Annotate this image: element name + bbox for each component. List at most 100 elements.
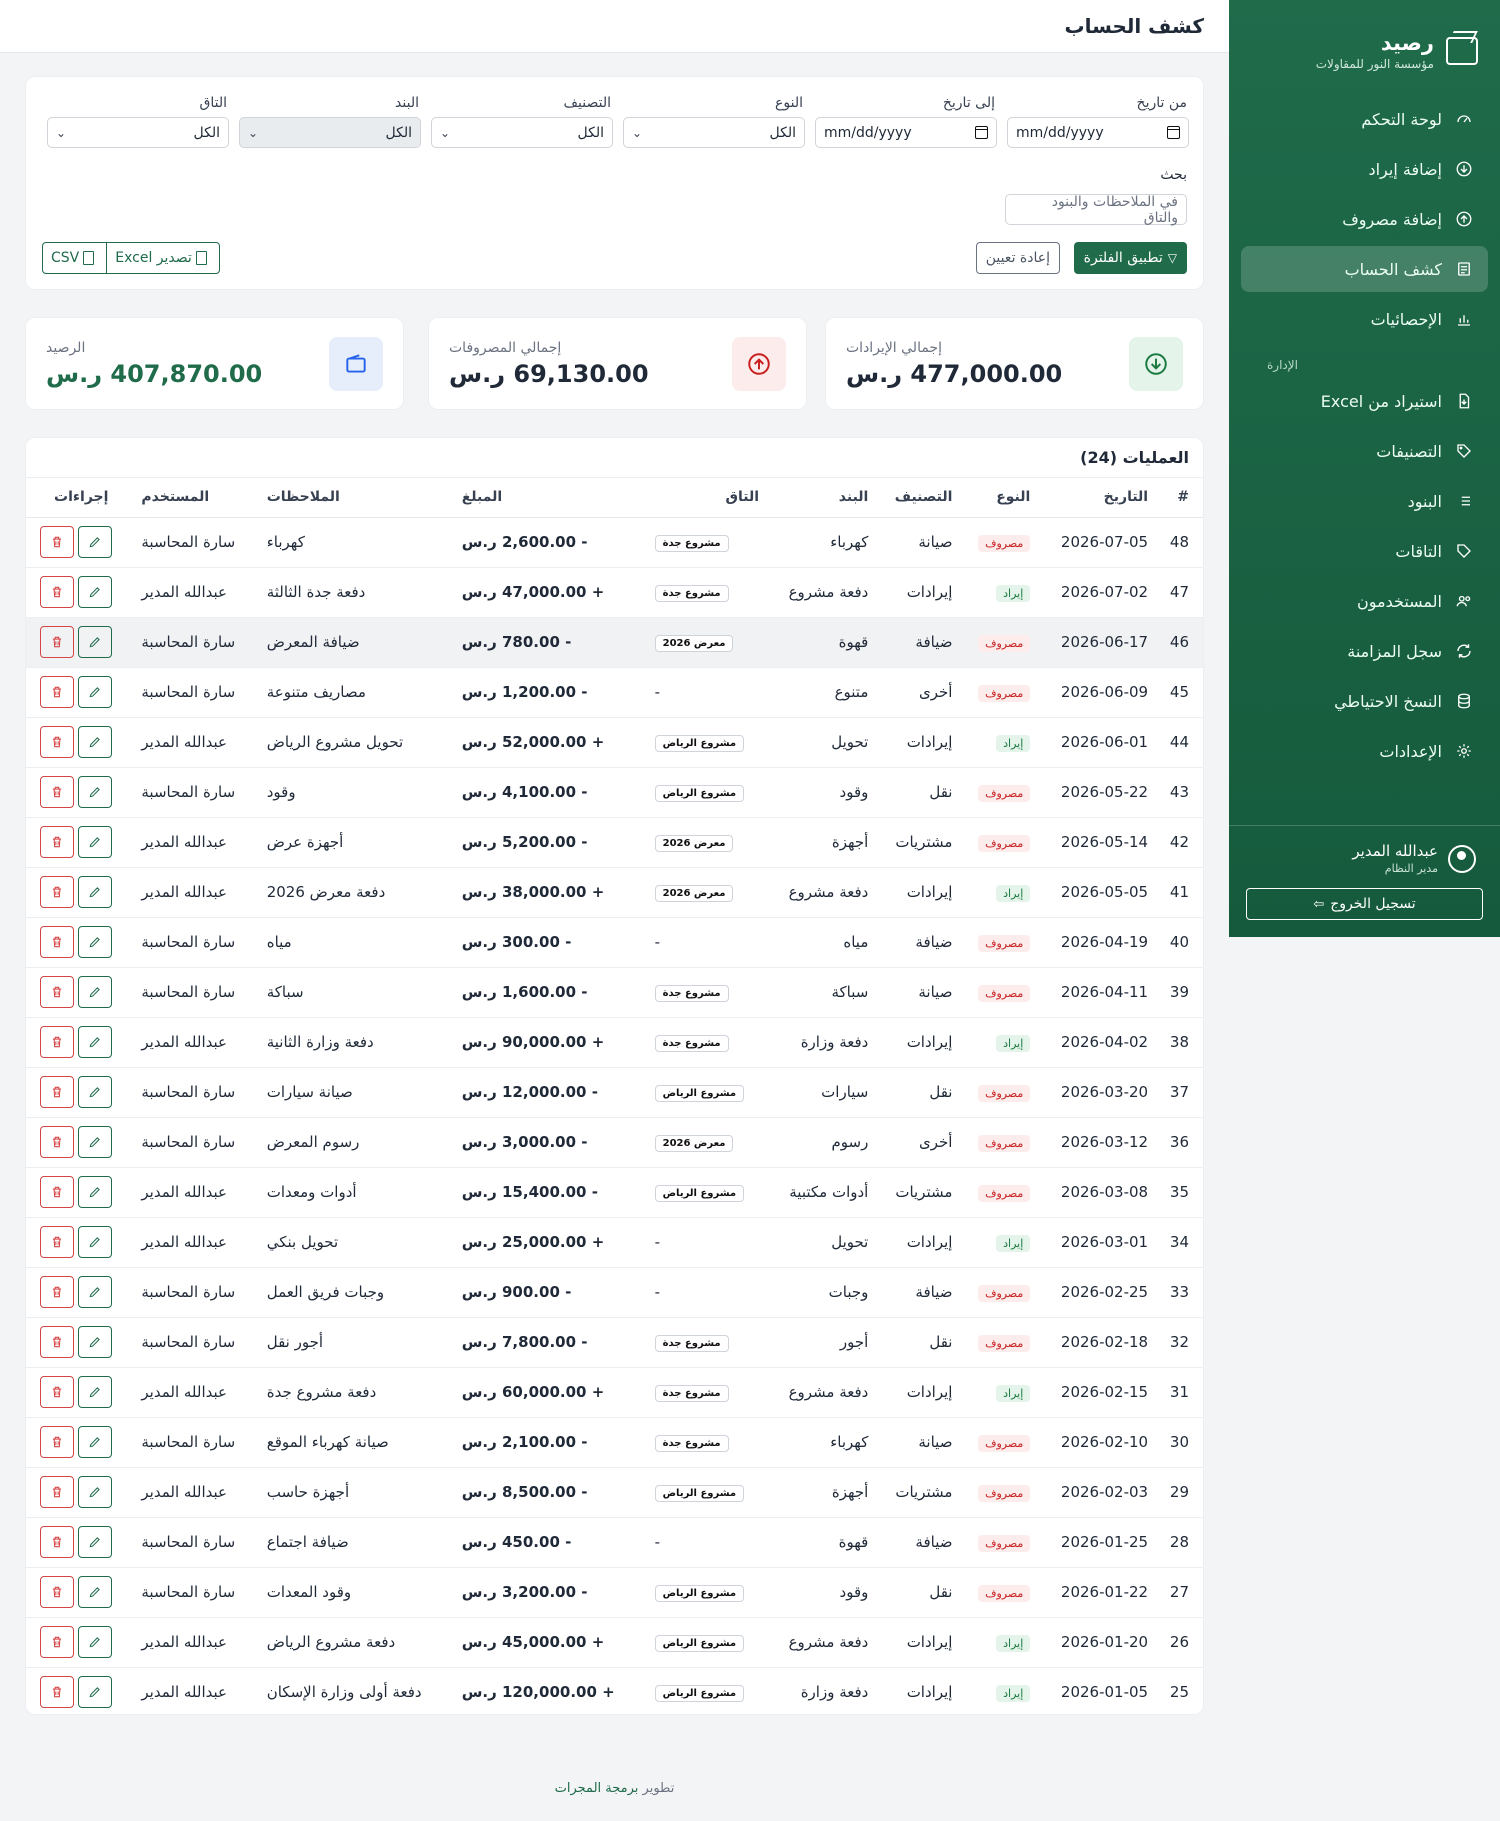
sidebar-item-database[interactable]: النسخ الاحتياطي (1241, 678, 1488, 724)
delete-button[interactable] (40, 1226, 74, 1258)
edit-button[interactable] (78, 776, 112, 808)
tag-select[interactable]: الكل ⌄ (47, 117, 229, 148)
export-csv-button[interactable]: CSV (43, 243, 108, 273)
delete-button[interactable] (40, 1126, 74, 1158)
edit-button[interactable] (78, 1676, 112, 1708)
sidebar-item-tag[interactable]: التصنيفات (1241, 428, 1488, 474)
delete-button[interactable] (40, 1426, 74, 1458)
cell-tag: مشروع الرياض (646, 1067, 768, 1118)
sidebar-item-users[interactable]: المستخدمون (1241, 578, 1488, 624)
search-input[interactable]: في الملاحظات والبنود والتاق (1005, 194, 1187, 226)
sidebar-item-tags[interactable]: التاقات (1241, 528, 1488, 574)
logout-button[interactable]: تسجيل الخروج ⇦ (1246, 888, 1483, 920)
edit-button[interactable] (78, 1526, 112, 1558)
table-row: 45 2026-06-09 مصروف أخرى متنوع - - 1,200.00 ر.… (26, 667, 1203, 718)
cell-type: مصروف (960, 1167, 1039, 1218)
filter-panel: من تاريخ mm/dd/yyyy إلى تاريخ mm/dd/yyyy… (25, 76, 1204, 290)
reset-button[interactable]: إعادة تعيين (975, 242, 1060, 274)
to-date-input[interactable]: mm/dd/yyyy (815, 117, 997, 148)
item-select[interactable]: الكل ⌄ (239, 117, 421, 148)
edit-button[interactable] (78, 1176, 112, 1208)
cell-id: 36 (1156, 1117, 1203, 1168)
delete-button[interactable] (40, 976, 74, 1008)
type-badge: مصروف (978, 834, 1031, 852)
edit-button[interactable] (78, 1476, 112, 1508)
cell-category: إيرادات (876, 1367, 961, 1418)
edit-button[interactable] (78, 926, 112, 958)
type-badge: إيراد (996, 1384, 1031, 1402)
edit-button[interactable] (78, 1276, 112, 1308)
delete-button[interactable] (40, 826, 74, 858)
apply-filter-button[interactable]: ▽ تطبيق الفلترة (1073, 242, 1187, 274)
delete-button[interactable] (40, 1076, 74, 1108)
edit-button[interactable] (78, 1576, 112, 1608)
cell-user: عبدالله المدير (133, 1217, 259, 1268)
edit-button[interactable] (78, 1626, 112, 1658)
cell-amount: + 90,000.00 ر.س (453, 1017, 647, 1068)
edit-button[interactable] (78, 1126, 112, 1158)
footer-author[interactable]: برمجة المجرات (555, 1781, 639, 1796)
delete-button[interactable] (40, 1526, 74, 1558)
sidebar-item-list[interactable]: كشف الحساب (1241, 246, 1488, 292)
delete-button[interactable] (40, 926, 74, 958)
tag-badge: معرض 2026 (654, 885, 734, 902)
cell-amount: - 7,800.00 ر.س (453, 1317, 647, 1368)
delete-button[interactable] (40, 1026, 74, 1058)
delete-button[interactable] (40, 1676, 74, 1708)
edit-button[interactable] (78, 676, 112, 708)
delete-button[interactable] (40, 1376, 74, 1408)
sidebar-item-list-bullets[interactable]: البنود (1241, 478, 1488, 524)
edit-button[interactable] (78, 1426, 112, 1458)
cell-actions (26, 967, 134, 1018)
edit-button[interactable] (78, 726, 112, 758)
sidebar-item-gear[interactable]: الإعدادات (1241, 728, 1488, 774)
edit-button[interactable] (78, 526, 112, 558)
calendar-icon[interactable] (975, 126, 988, 139)
type-select[interactable]: الكل ⌄ (623, 117, 805, 148)
sidebar-item-arrow-down-circle[interactable]: إضافة إيراد (1241, 146, 1488, 192)
delete-button[interactable] (40, 1276, 74, 1308)
tags-icon (1454, 541, 1474, 561)
calendar-icon[interactable] (1167, 126, 1180, 139)
delete-button[interactable] (40, 1576, 74, 1608)
category-select[interactable]: الكل ⌄ (431, 117, 613, 148)
type-badge: مصروف (978, 684, 1031, 702)
sidebar-item-gauge[interactable]: لوحة التحكم (1241, 96, 1488, 142)
edit-button[interactable] (78, 976, 112, 1008)
delete-button[interactable] (40, 726, 74, 758)
sidebar-item-file-import[interactable]: استيراد من Excel (1241, 378, 1488, 424)
edit-button[interactable] (78, 1076, 112, 1108)
cell-notes: دفعة جدة الثالثة (258, 567, 454, 618)
edit-button[interactable] (78, 876, 112, 908)
from-date-input[interactable]: mm/dd/yyyy (1007, 117, 1189, 148)
sidebar-item-arrow-up-circle[interactable]: إضافة مصروف (1241, 196, 1488, 242)
trash-icon (52, 1486, 62, 1498)
edit-button[interactable] (78, 1026, 112, 1058)
sidebar-nav: لوحة التحكم إضافة إيراد إضافة مصروف كشف الح… (1229, 96, 1500, 774)
delete-button[interactable] (40, 1476, 74, 1508)
tag-badge: مشروع جدة (654, 1335, 729, 1352)
cell-type: إيراد (960, 1367, 1039, 1418)
column-header: المبلغ (453, 478, 647, 518)
edit-button[interactable] (78, 826, 112, 858)
edit-button[interactable] (78, 626, 112, 658)
delete-button[interactable] (40, 1176, 74, 1208)
delete-button[interactable] (40, 876, 74, 908)
delete-button[interactable] (40, 576, 74, 608)
export-excel-button[interactable]: تصدير Excel (107, 243, 219, 273)
sidebar-item-bar-chart[interactable]: الإحصائيات (1241, 296, 1488, 342)
edit-button[interactable] (78, 1226, 112, 1258)
edit-button[interactable] (78, 576, 112, 608)
edit-button[interactable] (78, 1326, 112, 1358)
delete-button[interactable] (40, 1626, 74, 1658)
delete-button[interactable] (40, 776, 74, 808)
edit-button[interactable] (78, 1376, 112, 1408)
delete-button[interactable] (40, 1326, 74, 1358)
tag-badge: مشروع جدة (654, 535, 729, 552)
sidebar-item-sync[interactable]: سجل المزامنة (1241, 628, 1488, 674)
delete-button[interactable] (40, 626, 74, 658)
row-actions (40, 1376, 125, 1408)
delete-button[interactable] (40, 676, 74, 708)
delete-button[interactable] (40, 526, 74, 558)
cell-id: 29 (1156, 1467, 1203, 1518)
